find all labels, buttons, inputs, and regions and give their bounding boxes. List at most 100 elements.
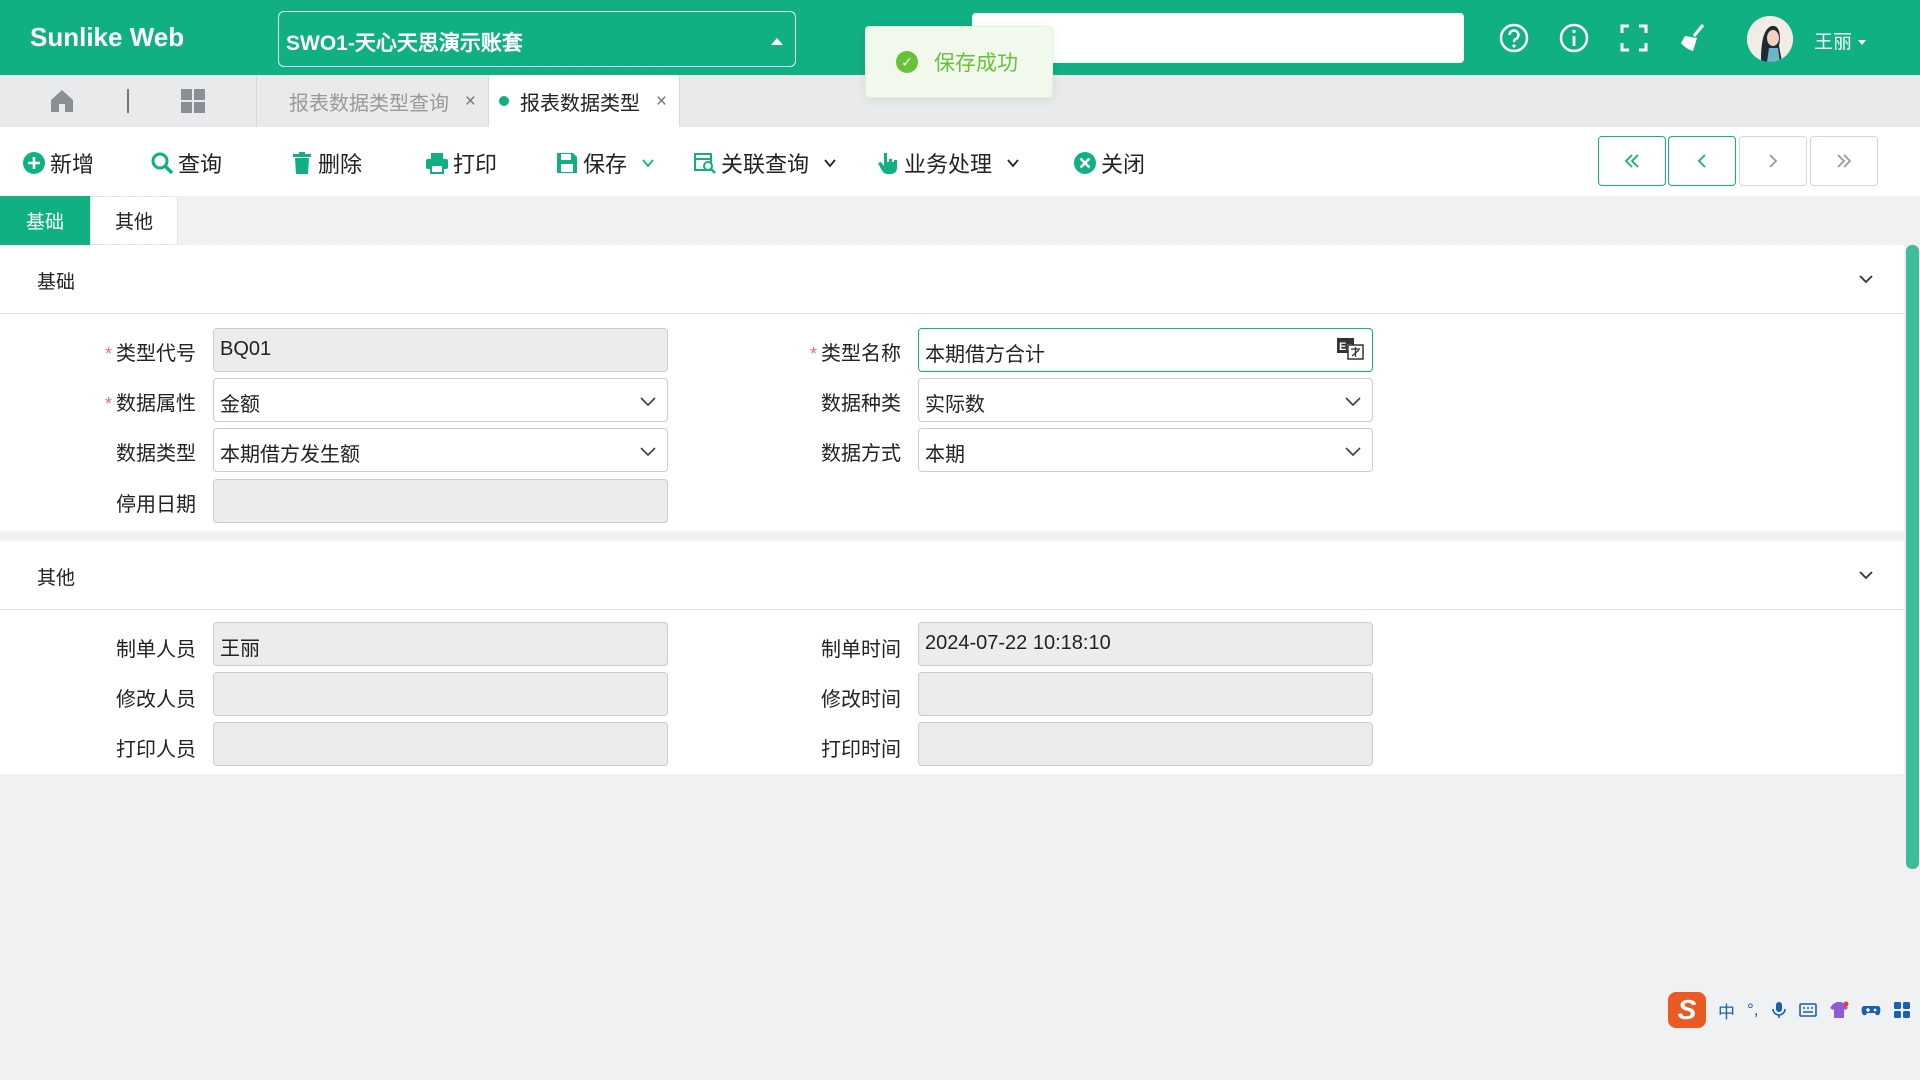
required-mark: * xyxy=(809,344,817,364)
type-name-field[interactable]: 本期借方合计 En xyxy=(918,328,1373,372)
account-selector[interactable]: SWO1-天心天思演示账套 xyxy=(278,11,796,67)
create-time-label: 制单时间 xyxy=(821,639,901,661)
business-process-button[interactable]: 业务处理 xyxy=(876,147,1020,179)
data-type-select[interactable]: 本期借方发生额 xyxy=(213,428,668,472)
tab-report-data-type[interactable]: 报表数据类型 × xyxy=(488,75,680,127)
data-attr-value: 金额 xyxy=(220,394,260,416)
panel-title: 基础 xyxy=(37,272,76,293)
chevron-down-icon[interactable] xyxy=(1856,565,1876,585)
user-name: 王丽 xyxy=(1814,32,1853,53)
create-time-field[interactable]: 2024-07-22 10:18:10 xyxy=(918,622,1373,666)
next-record-button[interactable] xyxy=(1739,136,1807,186)
data-attr-select[interactable]: 金额 xyxy=(213,378,668,422)
active-dot-icon xyxy=(499,96,509,106)
broom-icon[interactable] xyxy=(1675,19,1713,57)
floppy-icon xyxy=(557,153,577,173)
first-record-button[interactable] xyxy=(1598,136,1666,186)
data-mode-label: 数据方式 xyxy=(821,443,901,465)
keyboard-icon[interactable] xyxy=(1798,1002,1817,1018)
hand-pointer-icon xyxy=(878,153,897,174)
type-code-label: * 类型代号 xyxy=(104,343,196,365)
sogou-logo[interactable]: S xyxy=(1668,992,1706,1028)
close-circle-icon xyxy=(1074,152,1096,174)
close-button[interactable]: 关闭 xyxy=(1073,147,1145,179)
basic-panel-header[interactable]: 基础 xyxy=(0,245,1904,314)
apps-grid-icon[interactable] xyxy=(180,88,206,119)
type-code-field[interactable]: BQ01 xyxy=(213,328,668,372)
tab-report-data-type-query[interactable]: 报表数据类型查询 × xyxy=(256,75,488,127)
user-avatar[interactable] xyxy=(1747,16,1793,62)
modifier-label: 修改人员 xyxy=(116,689,196,711)
save-button[interactable]: 保存 xyxy=(555,147,655,179)
required-mark: * xyxy=(104,394,112,414)
chevron-down-icon xyxy=(1345,397,1361,407)
tab-divider xyxy=(127,89,129,113)
stop-date-label: 停用日期 xyxy=(116,494,196,516)
close-icon[interactable]: × xyxy=(465,91,476,113)
success-toast: ✓ 保存成功 xyxy=(865,26,1053,98)
print-button[interactable]: 打印 xyxy=(425,147,497,179)
business-process-label: 业务处理 xyxy=(904,152,993,177)
fullscreen-icon[interactable] xyxy=(1615,19,1653,57)
stop-date-field[interactable] xyxy=(213,479,668,523)
tab-label: 报表数据类型查询 xyxy=(289,92,449,115)
last-record-button[interactable] xyxy=(1810,136,1878,186)
create-time-value: 2024-07-22 10:18:10 xyxy=(925,632,1111,654)
prev-record-button[interactable] xyxy=(1668,136,1736,186)
ime-toolbar: S 中 °, xyxy=(1668,992,1911,1028)
chevron-down-icon xyxy=(824,159,836,168)
chevron-down-icon xyxy=(1007,159,1019,168)
tab-label: 报表数据类型 xyxy=(520,92,640,115)
print-time-label: 打印时间 xyxy=(821,739,901,761)
data-mode-select[interactable]: 本期 xyxy=(918,428,1373,472)
toast-message: 保存成功 xyxy=(934,52,1018,75)
vertical-scrollbar[interactable] xyxy=(1906,245,1919,869)
ime-mode[interactable]: 中 xyxy=(1718,998,1735,1023)
chevron-down-icon[interactable] xyxy=(1856,269,1876,289)
other-panel-header[interactable]: 其他 xyxy=(0,541,1904,610)
data-kind-select[interactable]: 实际数 xyxy=(918,378,1373,422)
type-name-label: * 类型名称 xyxy=(809,343,901,365)
multilang-icon[interactable]: En xyxy=(1336,336,1364,362)
data-kind-value: 实际数 xyxy=(925,394,985,416)
other-panel: 其他 制单人员 王丽 制单时间 2024-07-22 10:18:10 修改人员… xyxy=(0,541,1904,774)
data-type-label: 数据类型 xyxy=(116,443,196,465)
related-query-button[interactable]: 关联查询 xyxy=(693,147,837,179)
trash-icon xyxy=(293,152,311,174)
close-label: 关闭 xyxy=(1101,152,1146,177)
section-tab-other[interactable]: 其他 xyxy=(90,196,178,245)
check-circle-icon: ✓ xyxy=(896,51,918,73)
section-tab-basic[interactable]: 基础 xyxy=(0,196,90,245)
plus-circle-icon xyxy=(23,152,45,174)
printer-label: 打印人员 xyxy=(116,739,196,761)
data-kind-label: 数据种类 xyxy=(821,393,901,415)
chevron-down-icon xyxy=(640,447,656,457)
data-attr-label: * 数据属性 xyxy=(104,393,196,415)
delete-button[interactable]: 删除 xyxy=(290,147,362,179)
print-time-field[interactable] xyxy=(918,722,1373,766)
new-button[interactable]: 新增 xyxy=(22,147,94,179)
info-icon[interactable] xyxy=(1555,19,1593,57)
creator-value: 王丽 xyxy=(220,638,260,660)
user-menu[interactable]: 王丽 xyxy=(1814,27,1867,54)
home-icon[interactable] xyxy=(48,87,76,120)
microphone-icon[interactable] xyxy=(1771,1001,1787,1019)
close-icon[interactable]: × xyxy=(656,91,667,113)
ime-punct[interactable]: °, xyxy=(1747,1000,1759,1020)
modifier-field[interactable] xyxy=(213,672,668,716)
skin-shirt-icon[interactable] xyxy=(1829,1001,1849,1019)
apps-grid-icon[interactable] xyxy=(1893,1001,1911,1019)
query-label: 查询 xyxy=(178,152,223,177)
creator-field[interactable]: 王丽 xyxy=(213,622,668,666)
related-search-icon xyxy=(694,153,716,174)
gamepad-icon[interactable] xyxy=(1861,1001,1881,1019)
chevron-down-icon[interactable] xyxy=(641,156,655,170)
query-button[interactable]: 查询 xyxy=(150,147,222,179)
chevron-left-icon xyxy=(1697,154,1706,168)
caret-down-icon xyxy=(1858,40,1867,46)
help-icon[interactable] xyxy=(1495,19,1533,57)
modify-time-field[interactable] xyxy=(918,672,1373,716)
panel-title: 其他 xyxy=(37,568,76,589)
printer-field[interactable] xyxy=(213,722,668,766)
creator-label: 制单人员 xyxy=(116,639,196,661)
